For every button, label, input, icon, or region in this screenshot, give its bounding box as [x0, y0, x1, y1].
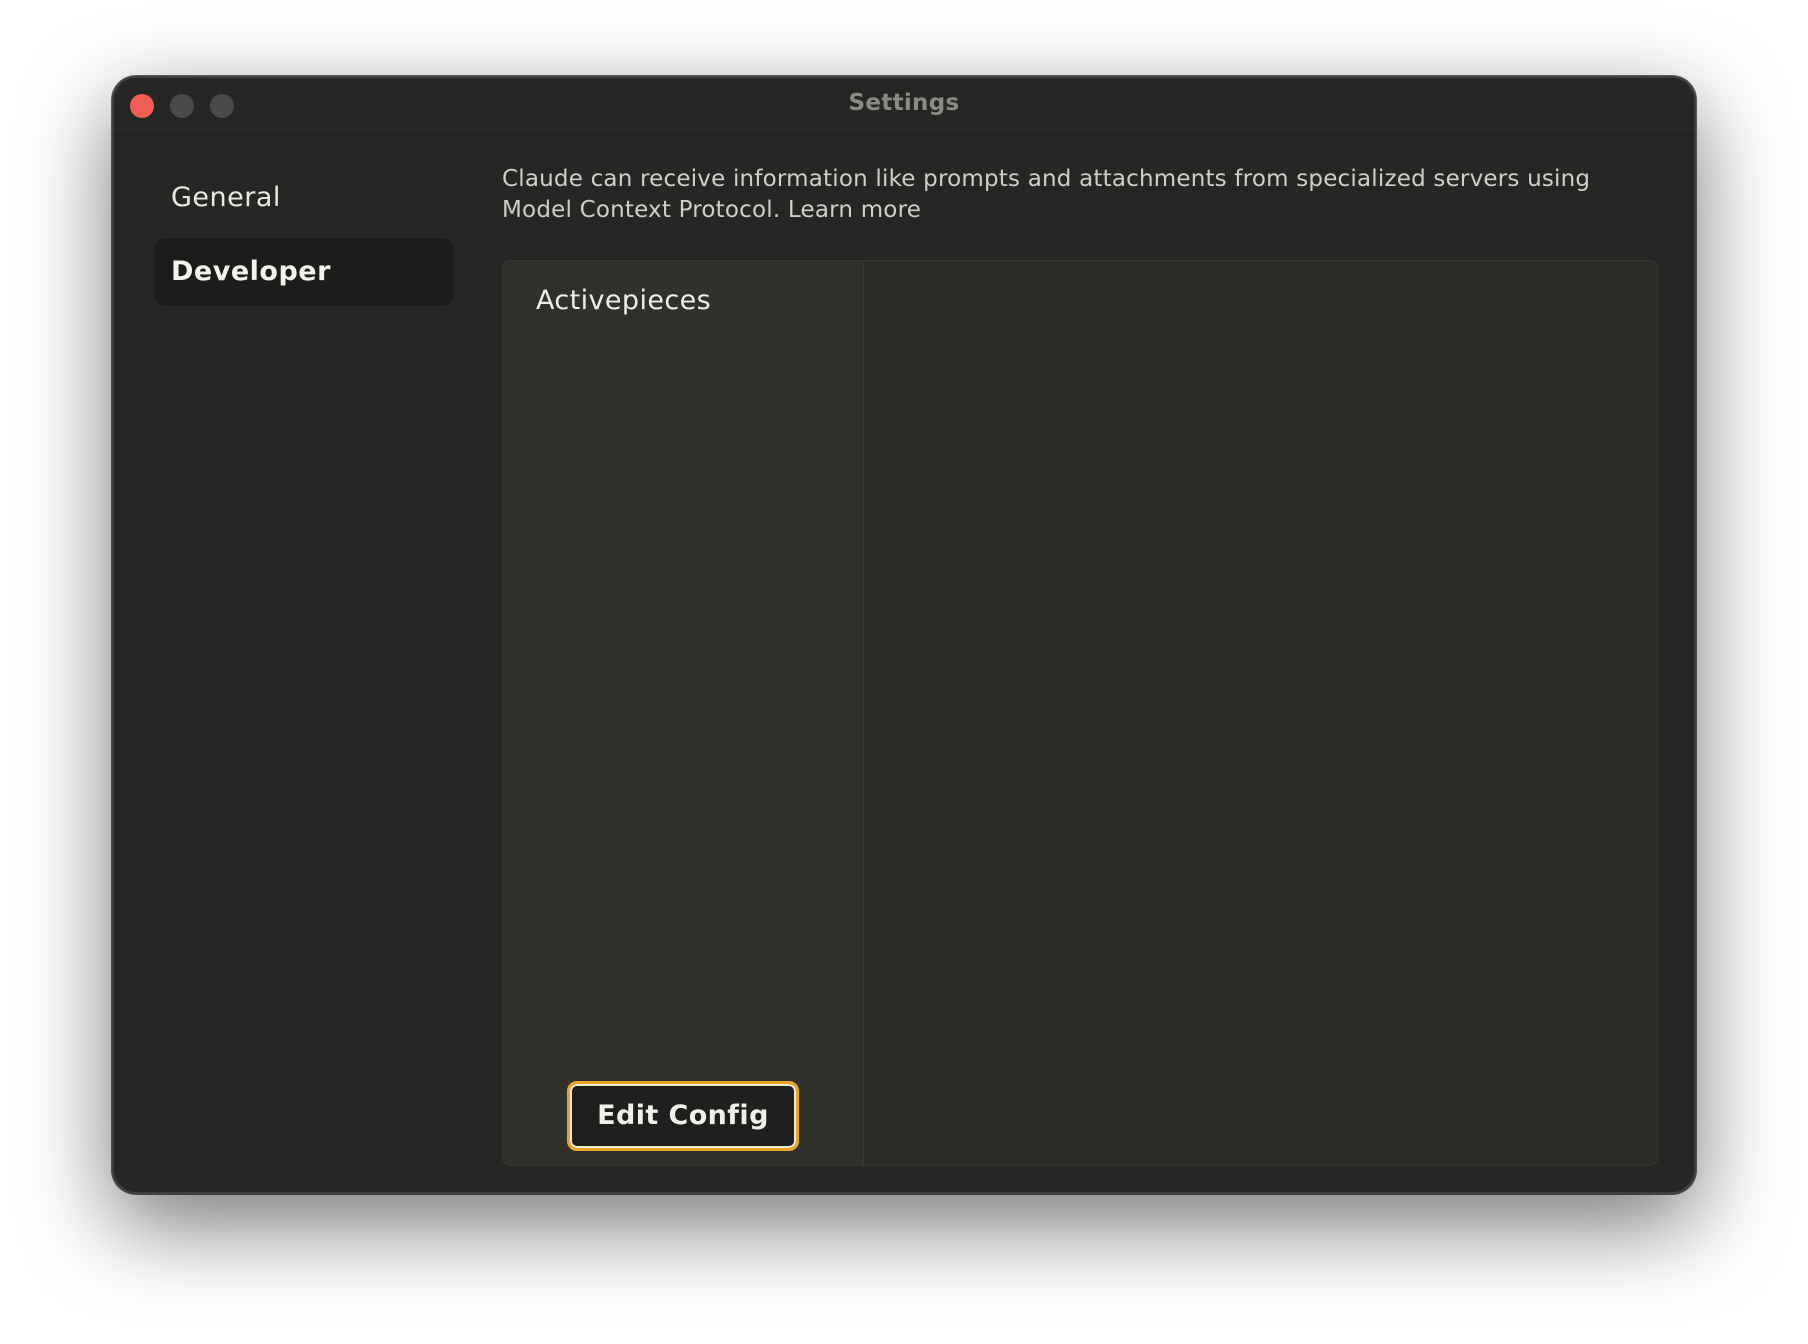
mcp-description: Claude can receive information like prom…	[502, 164, 1652, 226]
description-text: Claude can receive information like prom…	[502, 166, 1591, 223]
window-title: Settings	[848, 90, 960, 116]
learn-more-link[interactable]: Learn more	[788, 197, 921, 223]
mcp-servers-panel: Activepieces Edit Config	[502, 260, 1658, 1166]
edit-config-button[interactable]: Edit Config	[567, 1081, 799, 1151]
sidebar-item-general[interactable]: General	[154, 164, 454, 232]
server-list: Activepieces Edit Config	[503, 261, 864, 1165]
sidebar-item-developer[interactable]: Developer	[154, 238, 454, 306]
server-detail-pane	[864, 261, 1657, 1165]
title-bar: Settings	[114, 78, 1694, 135]
settings-sidebar: General Developer	[154, 164, 454, 312]
settings-window: Settings General Developer Claude can re…	[112, 76, 1696, 1194]
server-item-activepieces[interactable]: Activepieces	[536, 285, 711, 316]
